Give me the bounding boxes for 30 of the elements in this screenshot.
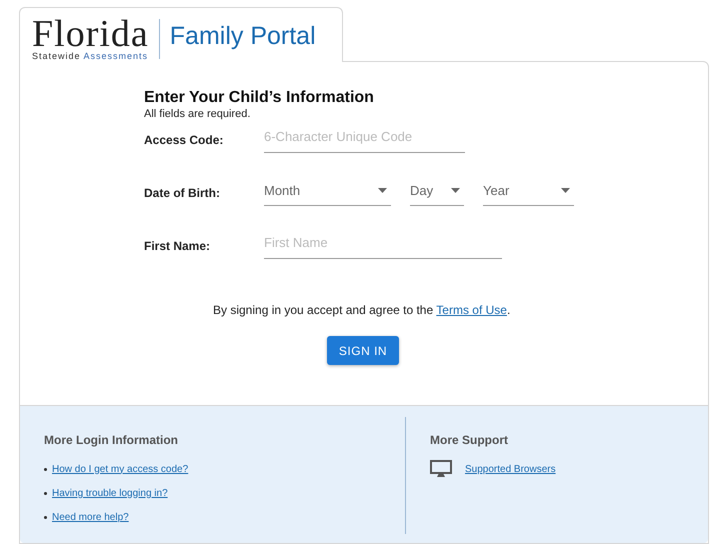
required-note: All fields are required.	[144, 108, 252, 120]
select-field[interactable]: Day	[410, 183, 464, 206]
logo-subtitle: Statewide	[32, 51, 81, 61]
select-field[interactable]: Month	[264, 183, 391, 206]
bullet-icon	[44, 468, 47, 470]
logo-subtitle: Assessments	[84, 51, 148, 61]
bullet-icon	[44, 492, 47, 494]
terms-sentence: By signing in you accept and agree to the Terms of Use.	[213, 303, 512, 317]
sign-in-button[interactable]: SIGN IN	[327, 336, 399, 365]
caret-icon	[561, 188, 570, 193]
monitor-icon	[430, 460, 452, 478]
help-link[interactable]: Need more help?	[52, 512, 129, 522]
field-label: First Name:	[144, 239, 212, 255]
select-field[interactable]: Year	[483, 183, 574, 206]
field-label: Date of Birth:	[144, 186, 221, 202]
field-label: Access Code:	[144, 133, 224, 149]
support-link[interactable]: Supported Browsers	[465, 464, 556, 474]
help-link[interactable]: Having trouble logging in?	[52, 488, 168, 498]
section-heading: More Login Information	[44, 433, 179, 447]
help-link[interactable]: How do I get my access code?	[52, 464, 188, 474]
portal-title: Family Portal	[170, 22, 316, 50]
caret-icon	[378, 188, 387, 193]
input-field[interactable]: 6-Character Unique Code	[264, 129, 465, 153]
section-heading: More Support	[430, 433, 509, 447]
caret-icon	[451, 188, 460, 193]
terms-link[interactable]: Terms of Use	[436, 303, 507, 317]
input-field[interactable]: First Name	[264, 235, 502, 259]
logo-wordmark: Florida	[32, 17, 149, 51]
form-title: Enter Your Child’s Information	[144, 89, 375, 107]
bullet-icon	[44, 516, 47, 518]
